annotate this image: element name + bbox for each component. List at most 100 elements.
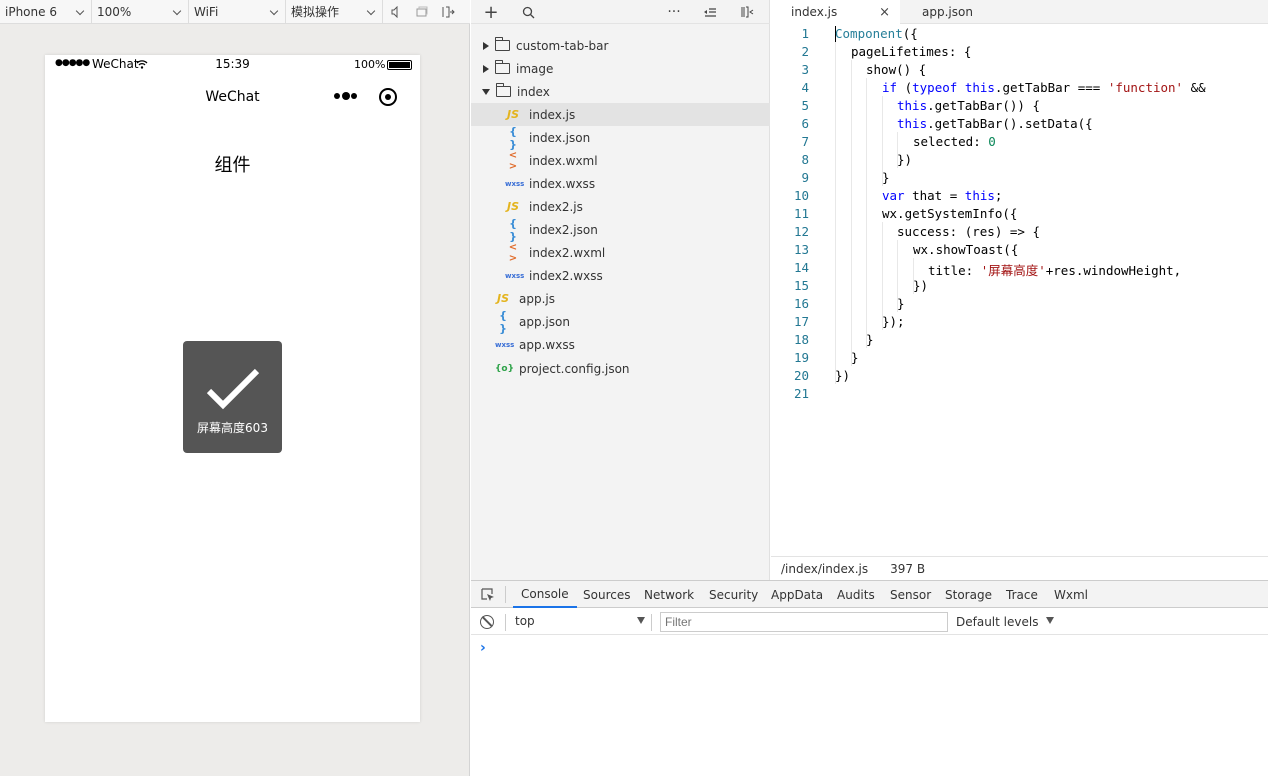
tab-sources[interactable]: Sources xyxy=(583,581,630,608)
tree-file-index2-wxml[interactable]: < > index2.wxml xyxy=(471,241,770,264)
code-line: } xyxy=(866,332,874,347)
close-icon[interactable]: × xyxy=(879,5,890,20)
line-number: 14 xyxy=(793,260,809,275)
clear-console-icon[interactable] xyxy=(480,615,494,629)
operation-select[interactable]: 模拟操作 xyxy=(286,0,383,24)
line-number: 13 xyxy=(793,242,809,257)
line-number: 18 xyxy=(793,332,809,347)
code-line: }) xyxy=(897,152,913,167)
tree-item-label: index.wxml xyxy=(529,153,598,168)
log-levels-select[interactable]: Default levels xyxy=(956,615,1055,629)
tree-file-index-wxss[interactable]: wxss index.wxss xyxy=(471,172,770,195)
editor-tabs: index.js × app.json xyxy=(771,0,1268,24)
toggle-panel-icon[interactable] xyxy=(738,3,756,21)
code-line: }) xyxy=(835,368,851,383)
tree-file-project-config[interactable]: {o} project.config.json xyxy=(471,357,770,380)
chevron-down-icon xyxy=(269,6,279,15)
tree-item-label: index.js xyxy=(529,107,576,122)
wxml-file-icon: < > xyxy=(508,149,518,172)
tree-file-index-js[interactable]: JS index.js xyxy=(471,103,770,126)
tab-wxml[interactable]: Wxml xyxy=(1054,581,1088,608)
code-line: this.getTabBar().setData({ xyxy=(897,116,1093,131)
simulator-pane: iPhone 6 100% WiFi 模拟操作 ●●●●● WeChat 15:… xyxy=(0,0,470,776)
console-prompt-icon: › xyxy=(480,640,486,656)
tab-network[interactable]: Network xyxy=(644,581,694,608)
tree-file-index-json[interactable]: { } index.json xyxy=(471,124,770,151)
tree-file-app-js[interactable]: JS app.js xyxy=(471,287,770,310)
tree-item-label: index2.js xyxy=(529,199,583,214)
tab-app-json[interactable]: app.json xyxy=(922,0,1022,24)
battery-label: 100% xyxy=(354,58,386,71)
code-line: } xyxy=(897,296,905,311)
chevron-right-icon xyxy=(483,41,489,50)
line-number: 3 xyxy=(801,62,809,77)
tab-storage[interactable]: Storage xyxy=(945,581,992,608)
console-output[interactable]: › xyxy=(471,636,1268,776)
device-select[interactable]: iPhone 6 xyxy=(0,0,92,24)
tree-file-index2-json[interactable]: { } index2.json xyxy=(471,217,770,243)
zoom-select-label: 100% xyxy=(97,4,132,19)
line-number: 15 xyxy=(793,278,809,293)
toolbar-divider xyxy=(505,614,506,631)
search-icon[interactable] xyxy=(519,3,537,21)
chevron-down-icon xyxy=(482,88,490,95)
code-line: }); xyxy=(882,314,905,329)
tree-item-label: app.wxss xyxy=(519,337,575,352)
code-area[interactable]: 1 2 3 4 5 6 7 8 9 10 11 12 13 14 15 16 1… xyxy=(771,24,1268,554)
tab-label: app.json xyxy=(922,5,973,19)
more-dots-icon[interactable] xyxy=(334,92,357,101)
tab-security[interactable]: Security xyxy=(709,581,758,608)
wxss-file-icon: wxss xyxy=(495,340,515,349)
nav-title: WeChat xyxy=(205,89,260,105)
json-file-icon: { } xyxy=(509,124,517,151)
tab-index-js[interactable]: index.js × xyxy=(771,0,900,24)
tab-trace[interactable]: Trace xyxy=(1006,581,1038,608)
tree-file-index2-js[interactable]: JS index2.js xyxy=(471,195,770,218)
line-number: 9 xyxy=(801,170,809,185)
tab-appdata[interactable]: AppData xyxy=(771,581,823,608)
window-icon[interactable] xyxy=(409,0,435,24)
collapse-all-icon[interactable] xyxy=(701,3,719,21)
close-miniprogram-icon[interactable] xyxy=(379,88,397,106)
tree-file-app-wxss[interactable]: wxss app.wxss xyxy=(471,333,770,356)
network-select[interactable]: WiFi xyxy=(189,0,286,24)
tab-audits[interactable]: Audits xyxy=(837,581,875,608)
line-number: 4 xyxy=(801,80,809,95)
tab-sensor[interactable]: Sensor xyxy=(890,581,931,608)
toolbar-divider xyxy=(505,586,506,603)
line-number: 20 xyxy=(793,368,809,383)
tree-file-app-json[interactable]: { } app.json xyxy=(471,309,770,335)
code-line: success: (res) => { xyxy=(897,224,1040,239)
tree-folder-index[interactable]: index xyxy=(471,80,770,103)
line-number: 19 xyxy=(793,350,809,365)
tab-console[interactable]: Console xyxy=(513,581,577,608)
tree-item-label: index xyxy=(517,84,550,99)
detach-icon[interactable] xyxy=(435,0,461,24)
context-select[interactable]: top xyxy=(515,614,645,631)
tree-folder-custom-tab-bar[interactable]: custom-tab-bar xyxy=(471,34,770,57)
code-line: }) xyxy=(913,278,929,293)
phone-screen: ●●●●● WeChat 15:39 100% WeChat 组件 屏幕高度60… xyxy=(45,55,420,722)
line-number: 7 xyxy=(801,134,809,149)
inspect-element-icon[interactable] xyxy=(481,588,495,605)
tree-folder-image[interactable]: image xyxy=(471,57,770,80)
chevron-down-icon xyxy=(366,6,376,15)
code-line: this.getTabBar()) { xyxy=(897,98,1040,113)
tree-item-label: app.json xyxy=(519,314,570,329)
tree-file-index2-wxss[interactable]: wxss index2.wxss xyxy=(471,264,770,287)
network-select-label: WiFi xyxy=(194,4,219,19)
tree-item-label: index.json xyxy=(529,130,591,145)
tree-item-label: index2.wxml xyxy=(529,245,606,260)
file-explorer: + ··· custom-tab-bar image index JS inde… xyxy=(471,0,770,580)
editor-statusbar: /index/index.js 397 B xyxy=(771,556,1268,580)
tree-file-index-wxml[interactable]: < > index.wxml xyxy=(471,149,770,172)
line-number: 21 xyxy=(793,386,809,401)
page-heading: 组件 xyxy=(214,155,251,176)
zoom-select[interactable]: 100% xyxy=(92,0,189,24)
tree-item-label: project.config.json xyxy=(519,361,630,376)
battery-icon xyxy=(387,60,412,70)
more-icon[interactable]: ··· xyxy=(665,3,683,21)
console-filter-input[interactable] xyxy=(660,612,948,632)
add-file-icon[interactable]: + xyxy=(482,2,500,23)
mute-icon[interactable] xyxy=(383,0,409,24)
